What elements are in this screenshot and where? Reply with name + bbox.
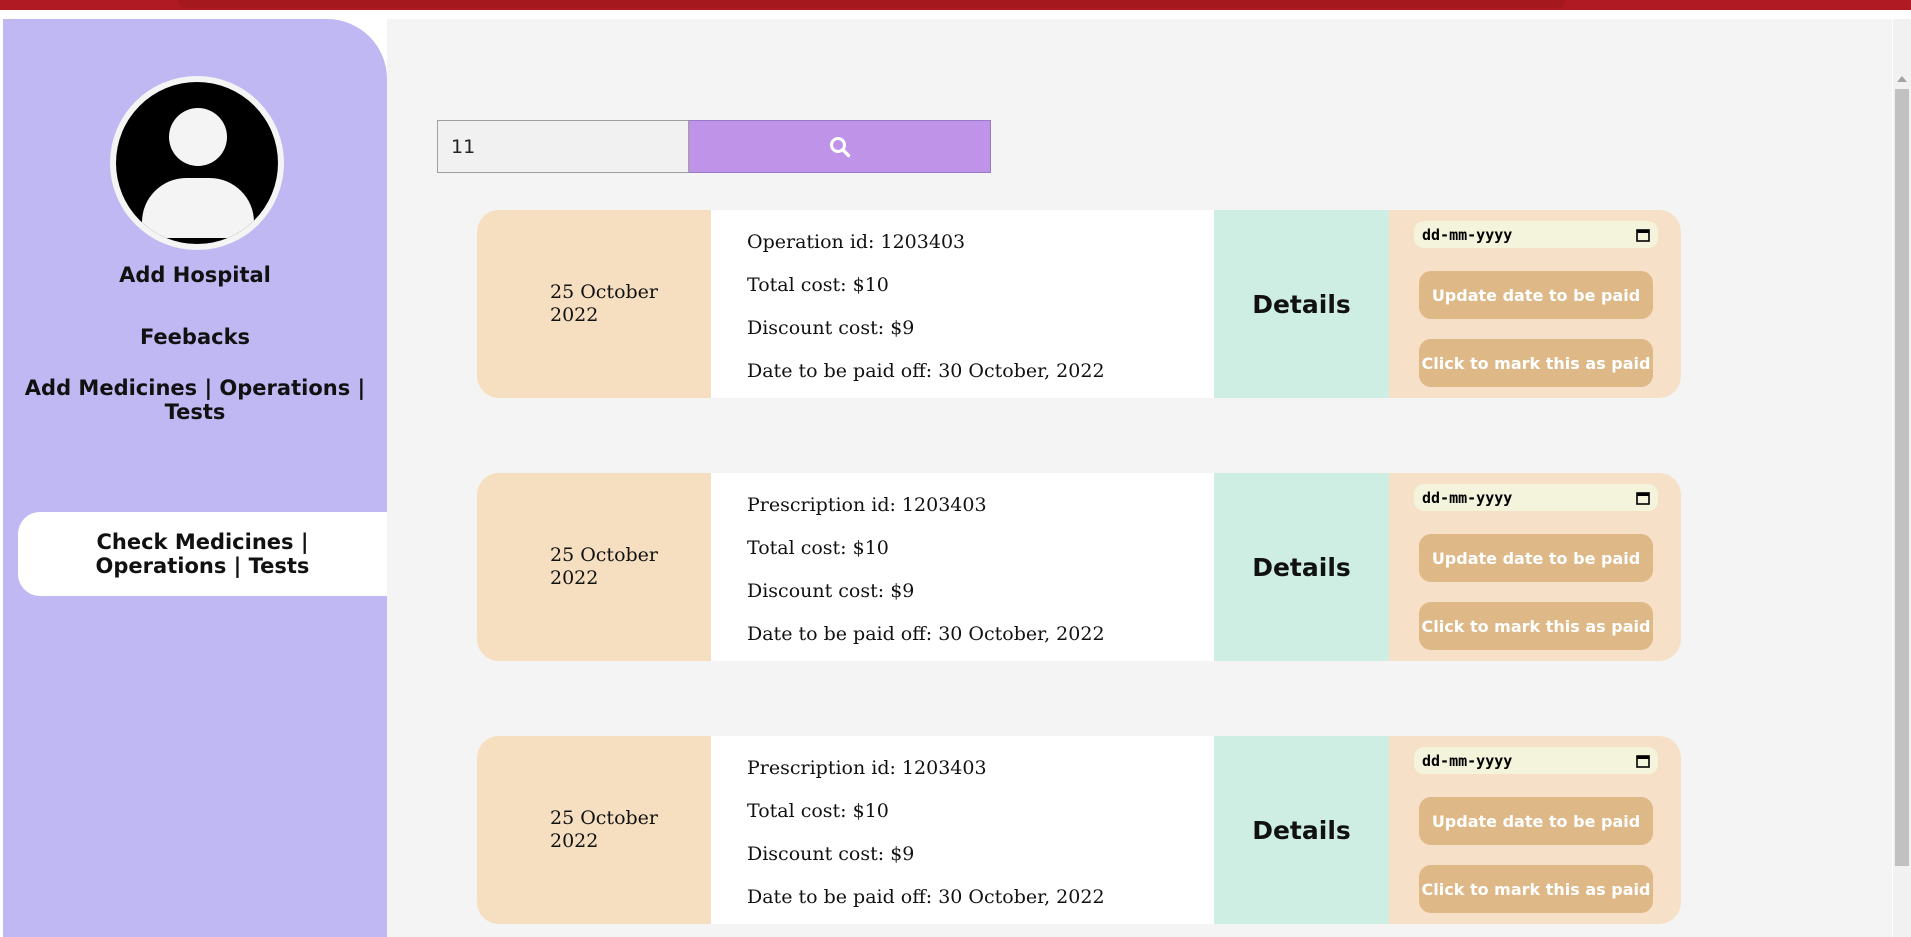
- card-discount-cost: Discount cost: $9: [747, 317, 915, 339]
- mark-paid-button[interactable]: Click to mark this as paid: [1419, 602, 1653, 650]
- card-id: Prescription id: 1203403: [747, 494, 987, 516]
- card-due-date: Date to be paid off: 30 October, 2022: [747, 623, 1105, 645]
- search-input[interactable]: [437, 120, 689, 173]
- date-placeholder: dd-mm-yyyy: [1422, 488, 1513, 507]
- search-icon: [829, 136, 850, 157]
- bill-card: 25 October 2022 Operation id: 1203403 To…: [477, 210, 1681, 398]
- card-actions-panel: dd-mm-yyyy Update date to be paid Click …: [1389, 210, 1681, 398]
- update-date-button[interactable]: Update date to be paid: [1419, 271, 1653, 319]
- sidebar-item-add-medicines[interactable]: Add Medicines | Operations | Tests: [3, 376, 387, 424]
- vertical-scrollbar[interactable]: [1893, 19, 1911, 937]
- card-date-panel: 25 October 2022: [477, 736, 711, 924]
- card-info-panel: Operation id: 1203403 Total cost: $10 Di…: [711, 210, 1214, 398]
- scrollbar-thumb[interactable]: [1895, 89, 1909, 866]
- mark-paid-button[interactable]: Click to mark this as paid: [1419, 339, 1653, 387]
- card-info-panel: Prescription id: 1203403 Total cost: $10…: [711, 736, 1214, 924]
- card-discount-cost: Discount cost: $9: [747, 580, 915, 602]
- card-date: 25 October 2022: [550, 807, 658, 852]
- avatar-head: [169, 108, 227, 166]
- browser-top-bar-inner: [178, 0, 1565, 8]
- calendar-icon[interactable]: [1636, 491, 1650, 505]
- date-input[interactable]: dd-mm-yyyy: [1414, 221, 1658, 248]
- mark-paid-button[interactable]: Click to mark this as paid: [1419, 865, 1653, 913]
- card-actions-panel: dd-mm-yyyy Update date to be paid Click …: [1389, 736, 1681, 924]
- card-total-cost: Total cost: $10: [747, 537, 889, 559]
- details-button[interactable]: Details: [1214, 473, 1389, 661]
- main-content: 25 October 2022 Operation id: 1203403 To…: [387, 19, 1892, 937]
- update-date-button[interactable]: Update date to be paid: [1419, 797, 1653, 845]
- date-input[interactable]: dd-mm-yyyy: [1414, 747, 1658, 774]
- card-total-cost: Total cost: $10: [747, 800, 889, 822]
- scroll-up-arrow-icon[interactable]: [1897, 76, 1907, 82]
- sidebar-item-check-medicines[interactable]: Check Medicines | Operations | Tests: [18, 512, 387, 596]
- avatar-disc: [116, 82, 278, 244]
- date-placeholder: dd-mm-yyyy: [1422, 225, 1513, 244]
- card-date: 25 October 2022: [550, 544, 658, 589]
- card-date-panel: 25 October 2022: [477, 210, 711, 398]
- card-date: 25 October 2022: [550, 281, 658, 326]
- browser-top-bar: [0, 0, 1911, 10]
- card-id: Prescription id: 1203403: [747, 757, 987, 779]
- card-due-date: Date to be paid off: 30 October, 2022: [747, 360, 1105, 382]
- card-discount-cost: Discount cost: $9: [747, 843, 915, 865]
- card-info-panel: Prescription id: 1203403 Total cost: $10…: [711, 473, 1214, 661]
- bill-card: 25 October 2022 Prescription id: 1203403…: [477, 736, 1681, 924]
- sidebar-item-add-hospital[interactable]: Add Hospital: [3, 263, 387, 287]
- card-due-date: Date to be paid off: 30 October, 2022: [747, 886, 1105, 908]
- calendar-icon[interactable]: [1636, 228, 1650, 242]
- avatar-body: [142, 178, 254, 238]
- details-button[interactable]: Details: [1214, 210, 1389, 398]
- date-input[interactable]: dd-mm-yyyy: [1414, 484, 1658, 511]
- search-button[interactable]: [689, 120, 991, 173]
- card-date-panel: 25 October 2022: [477, 473, 711, 661]
- bill-card: 25 October 2022 Prescription id: 1203403…: [477, 473, 1681, 661]
- details-button[interactable]: Details: [1214, 736, 1389, 924]
- card-actions-panel: dd-mm-yyyy Update date to be paid Click …: [1389, 473, 1681, 661]
- card-total-cost: Total cost: $10: [747, 274, 889, 296]
- card-id: Operation id: 1203403: [747, 231, 966, 253]
- calendar-icon[interactable]: [1636, 754, 1650, 768]
- sidebar: Add Hospital Feebacks Add Medicines | Op…: [3, 19, 387, 937]
- update-date-button[interactable]: Update date to be paid: [1419, 534, 1653, 582]
- user-avatar-icon[interactable]: [110, 76, 284, 250]
- date-placeholder: dd-mm-yyyy: [1422, 751, 1513, 770]
- sidebar-item-feedbacks[interactable]: Feebacks: [3, 325, 387, 349]
